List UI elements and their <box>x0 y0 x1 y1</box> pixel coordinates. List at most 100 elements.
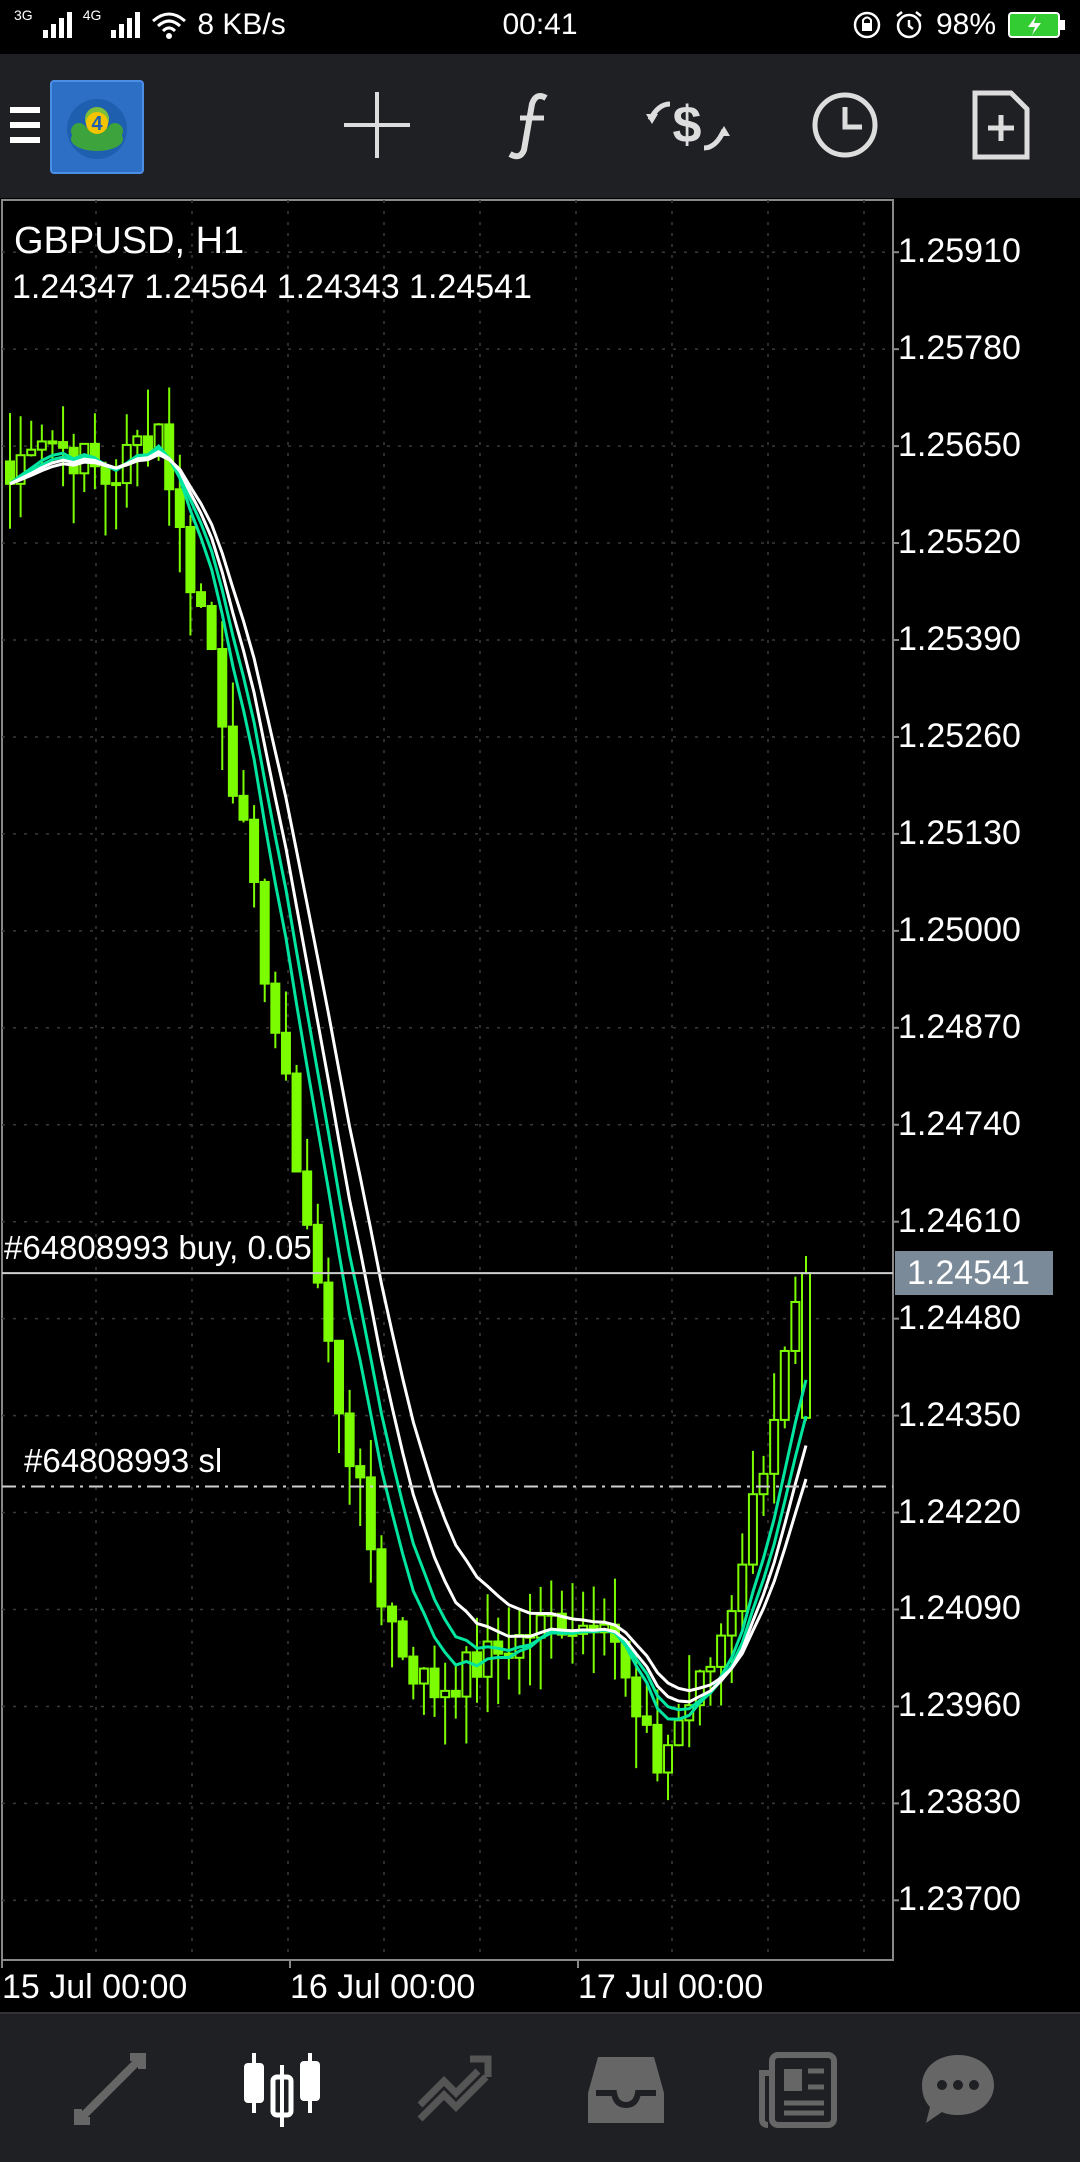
candle-body <box>705 1665 716 1673</box>
candle-body <box>376 1548 387 1608</box>
price-axis-label: 1.25260 <box>898 716 1021 755</box>
quotes-icon <box>74 2053 146 2125</box>
price-axis-label: 1.23700 <box>898 1880 1021 1919</box>
price-axis-label: 1.25650 <box>898 426 1021 465</box>
indicators-button[interactable] <box>477 70 587 180</box>
logo-number: 4 <box>91 113 103 135</box>
nav-chart[interactable] <box>222 2034 342 2144</box>
timeframe-icon <box>812 92 878 158</box>
nav-trade[interactable] <box>394 2034 514 2144</box>
svg-text:$: $ <box>673 96 702 154</box>
price-axis-label: 1.24480 <box>898 1298 1021 1337</box>
price-axis-label: 1.25390 <box>898 620 1021 658</box>
candle-body <box>779 1349 790 1421</box>
candle-body <box>185 526 196 594</box>
moving-average-fast-2 <box>9 447 808 1712</box>
candle-body <box>440 1689 451 1699</box>
chat-icon <box>922 2055 994 2123</box>
candle-body <box>323 1281 334 1342</box>
candle-body <box>238 794 249 821</box>
price-axis-label: 1.24090 <box>898 1589 1021 1628</box>
price-axis-label: 1.23830 <box>898 1783 1021 1822</box>
candle-body <box>726 1610 737 1637</box>
candle-body <box>47 440 58 445</box>
price-axis-label: 1.25000 <box>898 910 1021 949</box>
candle-body <box>387 1605 398 1623</box>
candle-body <box>641 1715 652 1726</box>
history-icon <box>588 2057 664 2123</box>
order-line-label[interactable]: #64808993 buy, 0.05 <box>4 1229 312 1267</box>
candle-body <box>397 1620 408 1658</box>
battery-percent: 98% <box>935 8 996 41</box>
indicators-icon <box>508 93 548 160</box>
candle-body <box>100 465 111 485</box>
candle-body <box>111 482 122 487</box>
time-axis-label: 17 Jul 00:00 <box>578 1968 764 2006</box>
nav-quotes[interactable] <box>50 2034 170 2144</box>
candle-body <box>769 1418 780 1475</box>
price-axis-label: 1.24350 <box>898 1395 1021 1434</box>
price-axis-label: 1.25130 <box>898 813 1021 852</box>
candle-body <box>663 1744 674 1774</box>
metatrader-logo-icon: 4 <box>67 99 127 159</box>
candle-body <box>302 1170 313 1226</box>
chart-symbol: GBPUSD, H1 <box>14 220 245 262</box>
candle-body <box>344 1412 355 1468</box>
crosshair-icon <box>344 92 410 158</box>
candle-body <box>429 1667 440 1699</box>
rotation-lock-icon <box>853 11 881 39</box>
new-order-button[interactable] <box>946 70 1056 180</box>
candle-body <box>58 441 69 449</box>
candle-body <box>334 1339 345 1415</box>
nav-news[interactable] <box>738 2034 858 2144</box>
candle-body <box>355 1465 366 1479</box>
chart-icon <box>244 2053 320 2127</box>
toolbar: 4 $ <box>0 54 1080 198</box>
crosshair-button[interactable] <box>322 70 432 180</box>
moving-average-slow-1 <box>9 449 808 1704</box>
price-axis-label: 1.25780 <box>898 329 1021 368</box>
candle-body <box>217 648 228 728</box>
candle-body <box>196 591 207 607</box>
candle-body <box>259 880 270 985</box>
chart-ohlc: 1.24347 1.24564 1.24343 1.24541 <box>12 268 532 306</box>
trade-icon: $ <box>646 96 730 154</box>
price-axis-label: 1.25520 <box>898 523 1021 562</box>
price-axis-label: 1.24220 <box>898 1492 1021 1531</box>
status-bar: 3G 4G 8 KB/s 00:41 98% <box>0 0 1080 54</box>
candle-body <box>291 1072 302 1173</box>
candle-body <box>408 1655 419 1685</box>
candle-body <box>26 448 37 457</box>
price-axis-label: 1.24610 <box>898 1201 1021 1240</box>
candle-body <box>716 1634 727 1668</box>
trade-nav-icon <box>417 2055 492 2122</box>
nav-chat[interactable] <box>898 2034 1018 2144</box>
candle-body <box>280 1031 291 1075</box>
candle-body <box>631 1676 642 1718</box>
candle-body <box>758 1472 769 1496</box>
candle-body <box>365 1476 376 1551</box>
candle-body <box>227 725 238 797</box>
time-axis-label: 15 Jul 00:00 <box>2 1968 188 2006</box>
candle-body <box>450 1689 461 1698</box>
candle-body <box>36 440 47 451</box>
metatrader-logo[interactable]: 4 <box>50 80 144 174</box>
candle-body <box>270 982 281 1034</box>
news-icon <box>759 2052 837 2128</box>
new-order-icon <box>972 90 1030 160</box>
candle-body <box>174 488 185 529</box>
nav-history[interactable] <box>566 2034 686 2144</box>
candle-body <box>737 1563 748 1613</box>
candle-body <box>461 1651 472 1698</box>
price-axis-label: 1.25910 <box>898 232 1021 271</box>
trade-button[interactable]: $ <box>632 70 742 180</box>
candle-body <box>249 818 260 883</box>
timeframe-button[interactable] <box>790 70 900 180</box>
price-chart[interactable]: GBPUSD, H1 1.24347 1.24564 1.24343 1.245… <box>0 198 1080 2012</box>
price-axis-label: 1.23960 <box>898 1686 1021 1725</box>
price-axis-label: 1.24740 <box>898 1104 1021 1143</box>
stop-loss-line-label[interactable]: #64808993 sl <box>24 1442 222 1480</box>
candle-body <box>747 1493 758 1566</box>
candle-body <box>206 604 217 651</box>
candle-body <box>132 435 143 446</box>
